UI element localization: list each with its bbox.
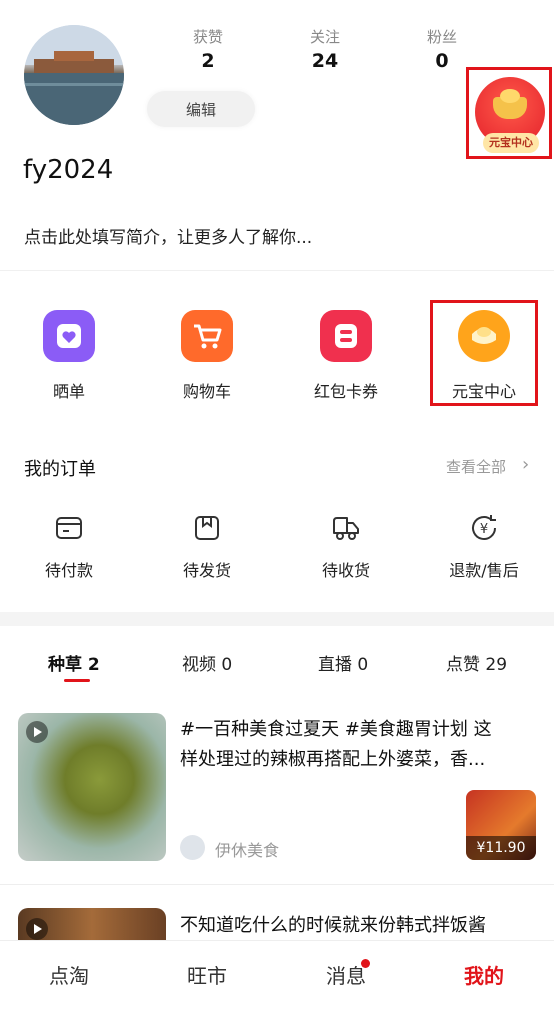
- nav-wangshi[interactable]: 旺市: [157, 960, 257, 989]
- quick-action-cart[interactable]: 购物车: [152, 310, 262, 402]
- product-price: ¥11.90: [466, 836, 536, 860]
- likes-count[interactable]: 2: [168, 50, 248, 72]
- quick-action-share-order[interactable]: 晒单: [14, 310, 124, 402]
- order-refund[interactable]: ¥ 退款/售后: [434, 513, 534, 581]
- package-icon: [192, 513, 222, 543]
- nav-messages[interactable]: 消息: [296, 960, 396, 989]
- section-gap: [0, 612, 554, 626]
- avatar-photo: [24, 25, 124, 125]
- order-status-label: 待付款: [44, 561, 93, 580]
- bio-placeholder[interactable]: 点击此处填写简介，让更多人了解你...: [24, 223, 312, 248]
- edit-profile-button[interactable]: 编辑: [147, 91, 255, 127]
- yuanbao-badge-label: 元宝中心: [483, 133, 539, 153]
- post-title[interactable]: 不知道吃什么的时候就来份韩式拌饭酱: [180, 911, 486, 937]
- play-icon: [26, 721, 48, 743]
- product-card[interactable]: ¥11.90: [466, 790, 536, 860]
- cart-icon: [181, 310, 233, 362]
- following-count[interactable]: 24: [285, 50, 365, 72]
- order-pending-receipt[interactable]: 待收货: [296, 513, 396, 581]
- following-label: 关注: [309, 28, 340, 46]
- post-thumbnail[interactable]: [18, 713, 166, 861]
- author-avatar[interactable]: [180, 835, 205, 860]
- tab-likes[interactable]: 点赞 29: [446, 650, 507, 675]
- chevron-right-icon: ›: [522, 454, 530, 475]
- order-status-label: 退款/售后: [449, 561, 519, 580]
- tab-live[interactable]: 直播 0: [318, 650, 368, 675]
- coupon-icon: [320, 310, 372, 362]
- notification-dot: [361, 959, 370, 968]
- nav-me[interactable]: 我的: [434, 960, 534, 989]
- highlight-box: [430, 300, 538, 406]
- order-status-label: 待收货: [321, 561, 370, 580]
- post-title[interactable]: #一百种美食过夏天 #美食趣胃计划 这 样处理过的辣椒再搭配上外婆菜，香...: [180, 715, 532, 775]
- username: fy2024: [23, 155, 114, 185]
- view-all-orders-link[interactable]: 查看全部: [446, 456, 506, 477]
- followers-label: 粉丝: [426, 28, 457, 46]
- tab-zhongcao[interactable]: 种草 2: [48, 650, 100, 675]
- active-tab-indicator: [64, 679, 90, 682]
- truck-icon: [331, 513, 361, 543]
- quick-action-coupons[interactable]: 红包卡券: [291, 310, 401, 402]
- likes-label: 获赞: [192, 28, 223, 46]
- quick-action-label: 红包卡券: [313, 382, 378, 401]
- divider: [0, 270, 554, 271]
- refund-icon: ¥: [469, 513, 499, 543]
- quick-action-label: 购物车: [182, 382, 231, 401]
- yuanbao-center-float-button[interactable]: 元宝中心: [466, 67, 552, 159]
- heart-card-icon: [43, 310, 95, 362]
- order-status-label: 待发货: [182, 561, 231, 580]
- wallet-icon: [54, 513, 84, 543]
- nav-diantao[interactable]: 点淘: [19, 960, 119, 989]
- play-icon: [26, 918, 48, 940]
- author-name[interactable]: 伊休美食: [215, 837, 279, 861]
- avatar[interactable]: [24, 25, 124, 125]
- svg-text:¥: ¥: [480, 522, 488, 537]
- tab-videos[interactable]: 视频 0: [182, 650, 232, 675]
- order-pending-shipment[interactable]: 待发货: [157, 513, 257, 581]
- order-pending-payment[interactable]: 待付款: [19, 513, 119, 581]
- divider: [0, 884, 554, 885]
- quick-action-label: 晒单: [52, 382, 85, 401]
- orders-title: 我的订单: [24, 459, 96, 480]
